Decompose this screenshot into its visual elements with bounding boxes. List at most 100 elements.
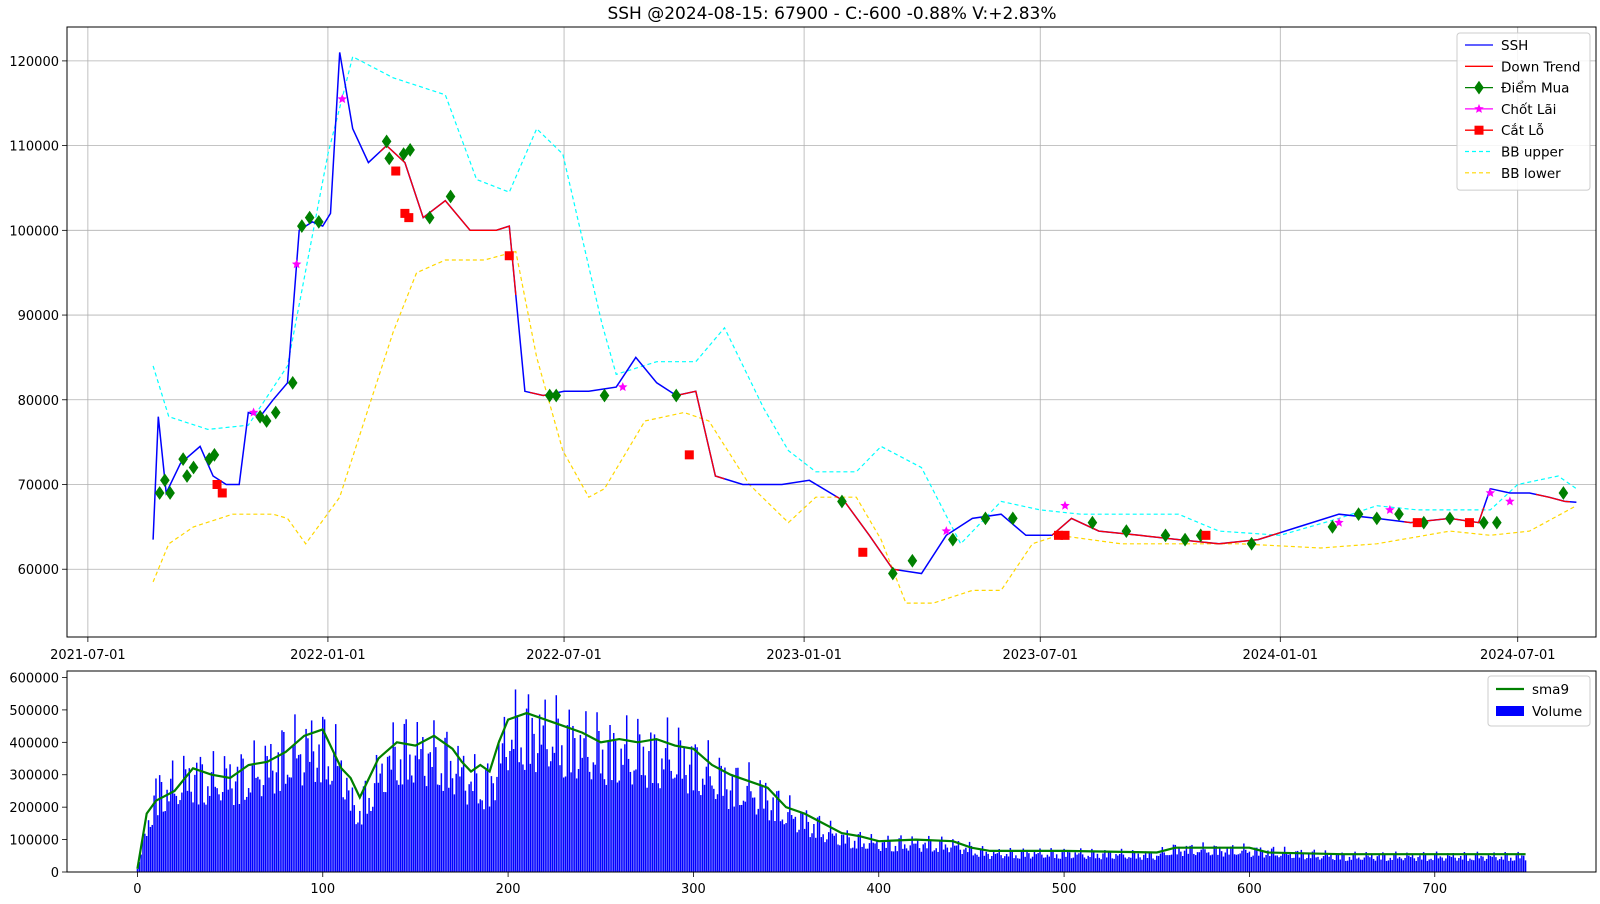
volume-bar xyxy=(418,759,420,872)
volume-bar xyxy=(1254,847,1256,872)
volume-bar xyxy=(783,824,785,872)
volume-bar xyxy=(216,788,218,872)
volume-bar xyxy=(1165,855,1167,872)
volume-bar xyxy=(297,754,300,872)
volume-bar xyxy=(251,765,254,872)
volume-bar xyxy=(622,764,624,872)
volume-bar xyxy=(1154,859,1156,872)
volume-bar xyxy=(296,758,298,872)
volume-bar xyxy=(1320,858,1323,872)
volume-bar xyxy=(683,747,685,872)
volume-bar xyxy=(583,738,585,872)
volume-bar xyxy=(516,715,519,872)
volume-bar xyxy=(1485,858,1488,872)
volume-bar xyxy=(1319,859,1321,872)
volume-bar xyxy=(570,772,572,872)
volume-bar xyxy=(572,725,574,872)
volume-bar xyxy=(220,800,222,872)
volume-bar xyxy=(1415,860,1417,872)
stop-loss-marker xyxy=(1412,518,1422,528)
volume-bar xyxy=(646,787,648,872)
volume-bar xyxy=(1026,852,1028,872)
volume-bar xyxy=(144,833,146,872)
legend-label: Volume xyxy=(1532,704,1582,720)
volume-bar xyxy=(701,778,704,872)
volume-bar xyxy=(994,853,997,872)
volume-bar xyxy=(1226,847,1228,872)
volume-bar xyxy=(770,810,773,872)
volume-bar xyxy=(342,797,344,872)
volume-bar xyxy=(1150,851,1152,872)
volume-bar xyxy=(518,762,520,872)
volume-bar xyxy=(271,770,274,872)
volume-bar xyxy=(768,820,771,872)
volume-bar xyxy=(1189,845,1191,872)
volume-bar xyxy=(173,793,176,872)
volume-bar xyxy=(1122,854,1125,872)
volume-bar xyxy=(186,790,189,872)
volume-bar xyxy=(803,828,806,872)
volume-legend: sma9 Volume xyxy=(1487,675,1591,727)
volume-bar xyxy=(935,848,937,872)
volume-bar xyxy=(140,854,142,872)
volume-bar xyxy=(755,814,758,872)
volume-bar xyxy=(284,783,287,872)
chart-svg: SSH @2024-08-15: 67900 - C:-600 -0.88% V… xyxy=(9,4,1597,897)
volume-bar xyxy=(1076,854,1078,872)
stop-loss-marker xyxy=(504,251,514,261)
volume-bar xyxy=(1204,849,1206,872)
volume-bar xyxy=(425,786,428,872)
volume-bar xyxy=(1434,854,1436,872)
buy-point-marker xyxy=(384,151,395,166)
volume-bar xyxy=(331,780,333,872)
volume-bar xyxy=(492,783,495,872)
volume-bar xyxy=(844,843,847,872)
volume-bar xyxy=(246,796,248,872)
volume-bar xyxy=(1374,860,1377,872)
volume-bar xyxy=(1521,855,1523,872)
volume-bar xyxy=(1458,858,1460,872)
volume-bar xyxy=(963,849,965,872)
volume-bar xyxy=(429,752,431,872)
y-tick-label: 500000 xyxy=(9,704,59,719)
volume-bar xyxy=(529,763,532,872)
volume-bar xyxy=(145,836,148,872)
volume-bar xyxy=(1024,856,1026,872)
volume-bar xyxy=(1156,855,1158,872)
volume-bar xyxy=(1193,853,1195,872)
volume-bar xyxy=(446,731,448,872)
volume-bar xyxy=(208,795,211,872)
volume-bar xyxy=(1419,855,1421,872)
volume-bar xyxy=(294,714,296,872)
volume-bar xyxy=(197,804,200,872)
volume-bar xyxy=(711,785,713,872)
volume-bar xyxy=(590,779,593,872)
volume-bar xyxy=(205,804,207,872)
volume-bar xyxy=(703,784,706,872)
volume-bar xyxy=(1128,857,1130,872)
volume-bar xyxy=(740,804,743,872)
volume-bar xyxy=(713,788,715,872)
volume-bar xyxy=(375,754,378,872)
volume-bar xyxy=(603,779,606,872)
volume-bar xyxy=(1424,853,1427,872)
volume-bar xyxy=(1456,860,1458,872)
volume-bar xyxy=(1261,851,1264,872)
volume-bar xyxy=(568,709,570,872)
volume-bar xyxy=(1378,854,1380,872)
volume-bar xyxy=(233,805,235,872)
volume-bar xyxy=(325,779,328,872)
volume-bar xyxy=(672,778,674,872)
legend-label: Down Trend xyxy=(1501,59,1581,75)
volume-bar xyxy=(868,843,871,872)
volume-bar xyxy=(1131,850,1134,872)
volume-bar xyxy=(355,824,357,872)
buy-point-marker xyxy=(1353,507,1364,522)
volume-bar xyxy=(700,795,702,872)
x-tick-label: 500 xyxy=(1052,882,1077,897)
volume-bar xyxy=(553,752,556,872)
volume-bar xyxy=(548,766,550,872)
volume-bar xyxy=(1230,846,1232,872)
volume-bar xyxy=(1467,860,1469,872)
volume-bar xyxy=(1083,857,1086,872)
